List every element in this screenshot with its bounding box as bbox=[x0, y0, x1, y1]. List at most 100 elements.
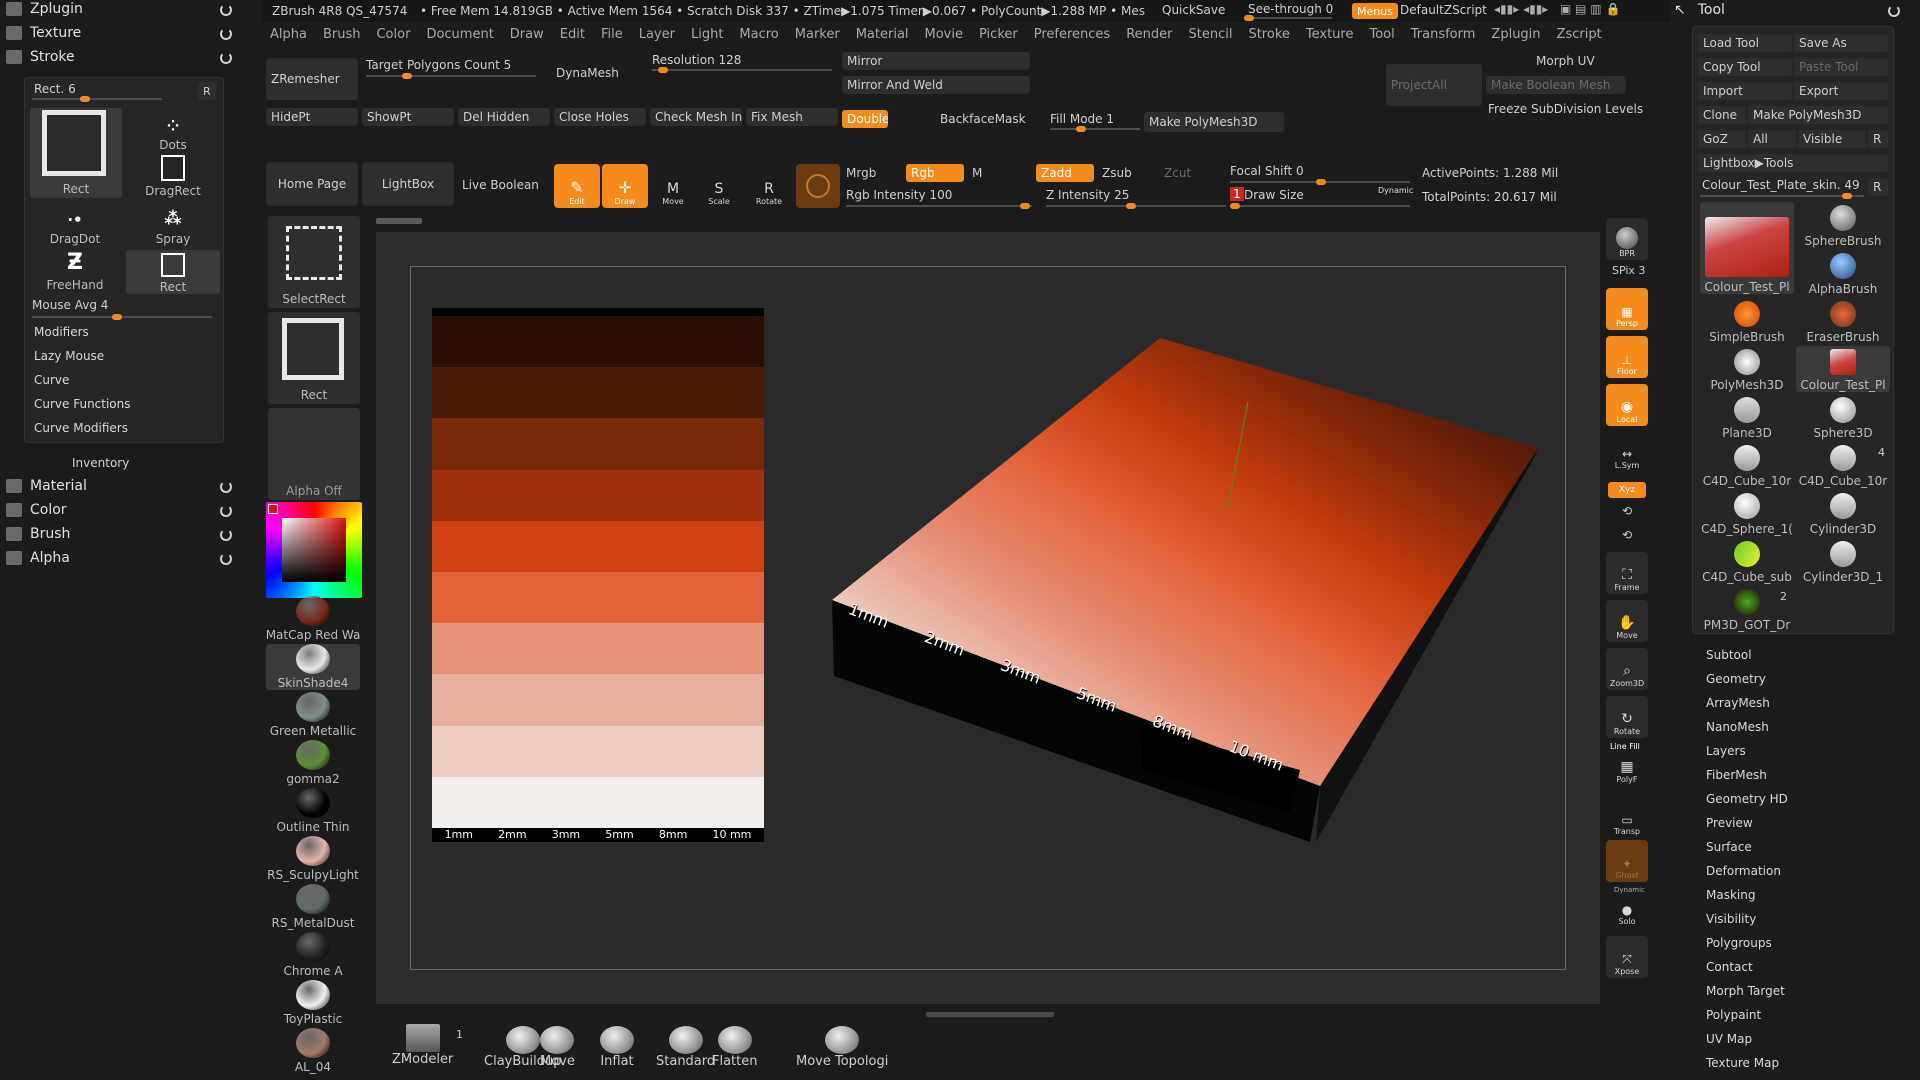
material-toyplastic[interactable]: ToyPlastic bbox=[266, 980, 360, 1026]
submenu-fibermesh[interactable]: FiberMesh bbox=[1692, 763, 1894, 787]
submenu-visibility[interactable]: Visibility bbox=[1692, 907, 1894, 931]
submenu-contact[interactable]: Contact bbox=[1692, 955, 1894, 979]
rotate-axis-icon-1[interactable]: ⟲ bbox=[1622, 504, 1632, 518]
draw-size-slider[interactable]: Draw Size bbox=[1244, 188, 1304, 202]
frame-button[interactable]: ⛶ Frame bbox=[1606, 552, 1648, 594]
color-test-plate-3d[interactable] bbox=[820, 330, 1560, 850]
visible-button[interactable]: Visible bbox=[1798, 130, 1866, 148]
canvas-scroll-top[interactable] bbox=[376, 218, 422, 224]
menu-file[interactable]: File bbox=[601, 27, 623, 42]
close-holes-button[interactable]: Close Holes bbox=[554, 108, 646, 126]
menu-marker[interactable]: Marker bbox=[795, 27, 840, 42]
submenu-modifiers[interactable]: Modifiers bbox=[24, 320, 224, 344]
zoom3d-button[interactable]: ⌕ Zoom3D bbox=[1606, 648, 1648, 690]
m-button[interactable]: M bbox=[972, 166, 982, 180]
tool-r-button[interactable]: R bbox=[1868, 130, 1888, 148]
menu-macro[interactable]: Macro bbox=[739, 27, 778, 42]
menu-stencil[interactable]: Stencil bbox=[1188, 27, 1232, 42]
menu-edit[interactable]: Edit bbox=[560, 27, 585, 42]
spix-slider[interactable]: SPix 3 bbox=[1612, 264, 1645, 277]
ghost-button[interactable]: ✦ Ghost bbox=[1606, 840, 1648, 882]
stroke-rect-selected[interactable]: Rect bbox=[30, 108, 122, 198]
color-picker-square[interactable] bbox=[282, 518, 346, 582]
make-boolean-button[interactable]: Make Boolean Mesh bbox=[1486, 76, 1626, 94]
fix-mesh-button[interactable]: Fix Mesh bbox=[746, 108, 838, 126]
material-skinshade[interactable]: SkinShade4 bbox=[266, 644, 360, 690]
zplugin-reload-icon[interactable] bbox=[220, 4, 232, 16]
submenu-polypaint[interactable]: Polypaint bbox=[1692, 1003, 1894, 1027]
mrgb-button[interactable]: Mrgb bbox=[846, 166, 876, 180]
zadd-button[interactable]: Zadd bbox=[1036, 164, 1094, 182]
submenu-masking[interactable]: Masking bbox=[1692, 883, 1894, 907]
menu-movie[interactable]: Movie bbox=[925, 27, 963, 42]
stroke-spray[interactable]: ⁂ Spray bbox=[126, 202, 220, 246]
backfacemask-button[interactable]: BackfaceMask bbox=[940, 112, 1026, 126]
quicksave-button[interactable]: QuickSave bbox=[1162, 3, 1225, 17]
menu-draw[interactable]: Draw bbox=[510, 27, 544, 42]
copy-tool-button[interactable]: Copy Tool bbox=[1698, 58, 1792, 76]
stroke-freehand[interactable]: Ƶ FreeHand bbox=[28, 248, 122, 292]
submenu-lazy-mouse[interactable]: Lazy Mouse bbox=[24, 344, 224, 368]
focal-shift-track[interactable] bbox=[1230, 179, 1410, 185]
tool-polymesh3d[interactable]: PolyMesh3D bbox=[1700, 346, 1794, 392]
draw-button[interactable]: ✛ Draw bbox=[602, 164, 648, 208]
tool-cylinder3d[interactable]: Cylinder3D bbox=[1796, 490, 1890, 536]
del-hidden-button[interactable]: Del Hidden bbox=[458, 108, 550, 126]
tool-colour-test-plate-2[interactable]: Colour_Test_Pl bbox=[1796, 346, 1890, 392]
menu-layer[interactable]: Layer bbox=[639, 27, 675, 42]
menu-color[interactable]: Color bbox=[376, 27, 410, 42]
material-sculpy-light[interactable]: RS_SculpyLight bbox=[266, 836, 360, 882]
export-button[interactable]: Export bbox=[1794, 82, 1888, 100]
submenu-morph-target[interactable]: Morph Target bbox=[1692, 979, 1894, 1003]
zsub-button[interactable]: Zsub bbox=[1102, 166, 1132, 180]
palette-material[interactable]: Material bbox=[6, 478, 87, 494]
tool-c4d-sphere[interactable]: C4D_Sphere_1( bbox=[1700, 490, 1794, 536]
tool-sphere3d[interactable]: Sphere3D bbox=[1796, 394, 1890, 440]
material-outline[interactable]: Outline Thin bbox=[266, 788, 360, 834]
current-tool-track[interactable] bbox=[1700, 193, 1864, 199]
showpt-button[interactable]: ShowPt bbox=[362, 108, 454, 126]
xpose-button[interactable]: ⤧ Xpose bbox=[1606, 936, 1648, 978]
goz-button[interactable]: GoZ bbox=[1698, 130, 1746, 148]
palette-texture[interactable]: Texture bbox=[6, 25, 81, 41]
menus-button[interactable]: Menus bbox=[1352, 3, 1398, 19]
submenu-polygroups[interactable]: Polygroups bbox=[1692, 931, 1894, 955]
select-rect-button[interactable]: SelectRect bbox=[268, 216, 360, 308]
lightbox-tools-button[interactable]: Lightbox▶Tools bbox=[1698, 154, 1888, 172]
stroke-rect-small[interactable]: Rect bbox=[126, 250, 220, 294]
stroke-dragdot[interactable]: ·• DragDot bbox=[28, 202, 122, 246]
mouse-avg-slider[interactable]: Mouse Avg 4 bbox=[32, 298, 108, 312]
menu-document[interactable]: Document bbox=[426, 27, 493, 42]
brush-inflat[interactable]: Inflat bbox=[600, 1026, 634, 1069]
solo-button[interactable]: ● Solo bbox=[1606, 894, 1648, 928]
palette-stroke[interactable]: Stroke bbox=[6, 49, 75, 65]
bottom-shelf-handle[interactable] bbox=[926, 1012, 1054, 1017]
dynamic-label[interactable]: Dynamic bbox=[1378, 186, 1413, 195]
current-tool-r-button[interactable]: R bbox=[1868, 178, 1888, 196]
submenu-curve[interactable]: Curve bbox=[24, 368, 224, 392]
target-polygons-slider[interactable]: Target Polygons Count 5 bbox=[366, 58, 511, 72]
color-picker-swatch[interactable] bbox=[268, 504, 278, 514]
menu-zscript[interactable]: Zscript bbox=[1557, 27, 1602, 42]
submenu-geometry-hd[interactable]: Geometry HD bbox=[1692, 787, 1894, 811]
material-green-metallic[interactable]: Green Metallic bbox=[266, 692, 360, 738]
default-zscript[interactable]: DefaultZScript bbox=[1400, 3, 1487, 17]
see-through-track[interactable] bbox=[1244, 15, 1332, 21]
persp-button[interactable]: ▦ Persp bbox=[1606, 288, 1648, 330]
menu-transform[interactable]: Transform bbox=[1411, 27, 1476, 42]
submenu-texture-map[interactable]: Texture Map bbox=[1692, 1051, 1894, 1075]
morph-uv-button[interactable]: Morph UV bbox=[1536, 54, 1595, 68]
tool-c4d-cube-a[interactable]: C4D_Cube_10r bbox=[1700, 442, 1794, 488]
stroke-dragrect[interactable]: DragRect bbox=[126, 154, 220, 198]
submenu-geometry[interactable]: Geometry bbox=[1692, 667, 1894, 691]
home-page-button[interactable]: Home Page bbox=[266, 162, 358, 206]
stroke-dots[interactable]: ⁘ Dots bbox=[126, 108, 220, 152]
tool-eraserbrush[interactable]: EraserBrush bbox=[1796, 298, 1890, 344]
dynamesh-button[interactable]: DynaMesh bbox=[556, 66, 619, 80]
menu-texture[interactable]: Texture bbox=[1306, 27, 1354, 42]
layout-arrows-icon[interactable]: ◂▮▮▸ ◂▮▮▸ bbox=[1494, 2, 1548, 16]
tool-reload-icon[interactable] bbox=[1888, 5, 1900, 17]
zremesher-button[interactable]: ZRemesher bbox=[266, 58, 358, 100]
import-button[interactable]: Import bbox=[1698, 82, 1792, 100]
save-as-button[interactable]: Save As bbox=[1794, 34, 1888, 52]
